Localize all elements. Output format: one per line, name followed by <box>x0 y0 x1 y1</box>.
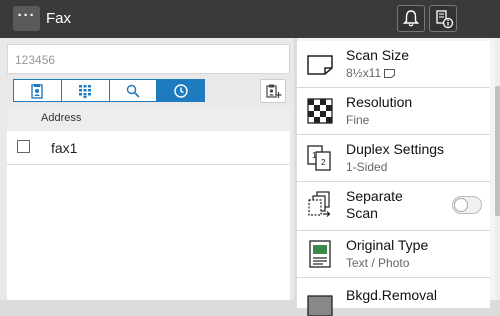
setting-value: Text / Photo <box>346 256 410 270</box>
setting-scan-size[interactable]: Scan Size 8½x11 <box>297 41 490 88</box>
tab-address-book[interactable] <box>14 80 62 101</box>
device-info-icon[interactable] <box>429 5 457 32</box>
portrait-paper-icon <box>384 69 396 78</box>
setting-value: 8½x11 <box>346 66 382 80</box>
keypad-icon <box>79 84 92 98</box>
setting-original-type[interactable]: Original Type Text / Photo <box>297 231 490 278</box>
address-book-icon <box>31 83 44 99</box>
setting-separate-scan[interactable]: Separate Scan <box>297 182 490 231</box>
address-add-button[interactable] <box>260 79 286 103</box>
top-bar: ··· Fax <box>0 0 500 38</box>
destination-panel: Address fax1 <box>0 38 294 300</box>
destination-tabs <box>13 79 205 102</box>
address-add-icon <box>266 84 282 98</box>
duplex-icon: 1 2 <box>307 145 331 171</box>
setting-name: Resolution <box>346 94 413 110</box>
tab-history[interactable] <box>157 80 204 101</box>
svg-text:2: 2 <box>321 158 326 167</box>
setting-name: Duplex Settings <box>346 141 445 157</box>
separate-scan-icon <box>308 191 331 217</box>
setting-name: Separate Scan <box>346 188 403 221</box>
scrollbar-thumb[interactable] <box>495 86 500 216</box>
scan-size-icon <box>307 55 333 75</box>
settings-panel: Scan Size 8½x11 Resolution Fine 1 2 Dupl… <box>297 38 500 316</box>
resolution-icon <box>307 98 333 124</box>
list-header-address: Address <box>7 106 290 131</box>
separate-scan-toggle[interactable] <box>452 196 482 214</box>
bell-icon[interactable] <box>397 5 425 32</box>
destination-input[interactable] <box>13 45 287 75</box>
original-type-icon <box>309 240 331 268</box>
list-item-label: fax1 <box>51 140 78 156</box>
background-removal-icon <box>307 295 333 316</box>
destination-input-box[interactable] <box>7 44 290 75</box>
search-icon <box>126 84 140 98</box>
setting-name: Original Type <box>346 237 429 253</box>
setting-value-row: 8½x11 <box>346 66 396 80</box>
setting-resolution[interactable]: Resolution Fine <box>297 88 490 135</box>
toggle-knob <box>454 198 468 212</box>
setting-value: Fine <box>346 113 370 127</box>
destination-list: Address fax1 <box>7 106 290 300</box>
setting-background-removal[interactable]: Bkgd.Removal <box>297 278 490 316</box>
list-item[interactable]: fax1 <box>7 131 290 165</box>
history-clock-icon <box>173 83 188 98</box>
settings-scrollbar[interactable] <box>495 38 500 300</box>
app-title: Fax <box>46 10 72 27</box>
setting-name: Scan Size <box>346 47 410 63</box>
setting-name: Bkgd.Removal <box>346 287 438 303</box>
tab-search[interactable] <box>110 80 158 101</box>
setting-duplex[interactable]: 1 2 Duplex Settings 1-Sided <box>297 135 490 182</box>
tab-keypad[interactable] <box>62 80 110 101</box>
setting-value: 1-Sided <box>346 160 388 174</box>
row-checkbox[interactable] <box>17 140 30 153</box>
menu-button[interactable]: ··· <box>13 6 40 31</box>
